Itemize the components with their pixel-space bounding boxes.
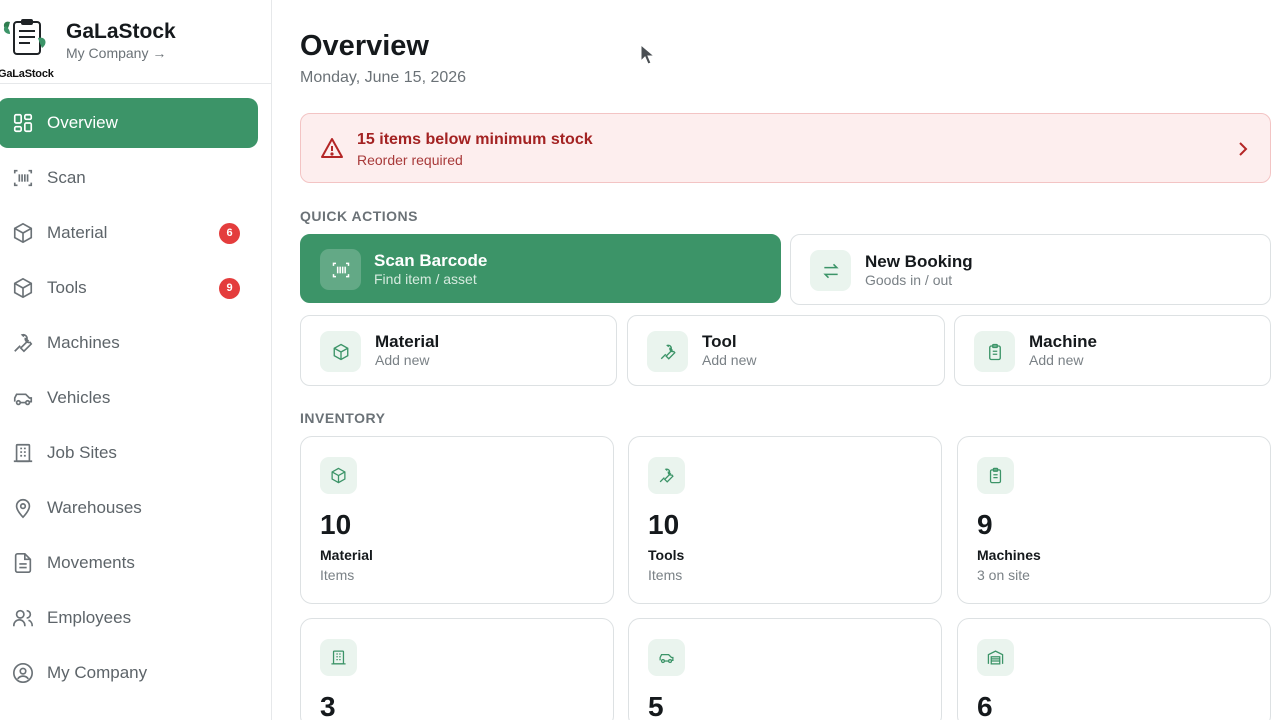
card-count: 10 bbox=[648, 509, 680, 540]
add-machine-button[interactable]: Machine Add new bbox=[954, 315, 1271, 386]
qa-title: Tool bbox=[702, 332, 737, 351]
quick-actions-heading: QUICK ACTIONS bbox=[300, 208, 418, 224]
box-icon bbox=[12, 277, 34, 299]
warning-triangle-icon bbox=[320, 137, 344, 164]
inventory-card-machines[interactable]: 9 Machines 3 on site bbox=[957, 436, 1271, 604]
mouse-cursor-icon bbox=[640, 44, 656, 65]
building-icon bbox=[320, 639, 357, 676]
card-title: Material bbox=[320, 547, 373, 563]
page-date: Monday, June 15, 2026 bbox=[300, 69, 467, 86]
card-count: 6 bbox=[977, 691, 993, 720]
card-count: 9 bbox=[977, 509, 993, 540]
qa-subtitle: Add new bbox=[1029, 352, 1084, 368]
card-title: Machines bbox=[977, 547, 1041, 563]
sidebar-item-label: Vehicles bbox=[47, 388, 111, 407]
alert-title: 15 items below minimum stock bbox=[357, 131, 593, 148]
sidebar-item-my-company[interactable]: My Company bbox=[0, 648, 258, 698]
new-booking-button[interactable]: New Booking Goods in / out bbox=[790, 234, 1271, 305]
count-badge: 9 bbox=[219, 277, 240, 299]
box-icon bbox=[320, 331, 361, 372]
sidebar-item-tools[interactable]: Tools 9 bbox=[0, 263, 258, 313]
qa-title: Material bbox=[375, 332, 440, 351]
inventory-heading: INVENTORY bbox=[300, 410, 386, 426]
swap-arrows-icon bbox=[810, 250, 851, 291]
wrench-icon bbox=[12, 332, 34, 354]
sidebar-item-label: Scan bbox=[47, 168, 86, 187]
car-icon bbox=[648, 639, 685, 676]
sidebar: GaLaStock GaLaStock My Company → Overvie… bbox=[0, 0, 272, 720]
wrench-icon bbox=[647, 331, 688, 372]
sidebar-item-label: Machines bbox=[47, 333, 120, 352]
inventory-card-job-sites[interactable]: 3 bbox=[300, 618, 614, 720]
box-icon bbox=[320, 457, 357, 494]
inventory-card-vehicles[interactable]: 5 bbox=[628, 618, 942, 720]
card-count: 3 bbox=[320, 691, 336, 720]
company-link[interactable]: My Company → bbox=[66, 45, 166, 61]
qa-title: New Booking bbox=[865, 252, 973, 271]
card-count: 10 bbox=[320, 509, 352, 540]
sidebar-item-overview[interactable]: Overview bbox=[0, 98, 258, 148]
card-subtitle: 3 on site bbox=[977, 567, 1030, 583]
card-title: Tools bbox=[648, 547, 685, 563]
add-tool-button[interactable]: Tool Add new bbox=[627, 315, 945, 386]
sidebar-item-label: Material bbox=[47, 223, 108, 242]
add-material-button[interactable]: Material Add new bbox=[300, 315, 617, 386]
map-pin-icon bbox=[12, 497, 34, 519]
chevron-right-icon bbox=[1238, 141, 1248, 162]
scan-barcode-button[interactable]: Scan Barcode Find item / asset bbox=[300, 234, 781, 303]
inventory-card-warehouses[interactable]: 6 bbox=[957, 618, 1271, 720]
car-icon bbox=[12, 387, 34, 409]
inventory-card-tools[interactable]: 10 Tools Items bbox=[628, 436, 942, 604]
alert-subtitle: Reorder required bbox=[357, 152, 463, 168]
sidebar-item-label: Movements bbox=[47, 553, 135, 572]
count-badge: 6 bbox=[219, 222, 240, 244]
inventory-card-material[interactable]: 10 Material Items bbox=[300, 436, 614, 604]
wrench-icon bbox=[648, 457, 685, 494]
qa-title: Machine bbox=[1029, 332, 1098, 351]
sidebar-item-warehouses[interactable]: Warehouses bbox=[0, 483, 258, 533]
card-subtitle: Items bbox=[320, 567, 355, 583]
qa-subtitle: Add new bbox=[702, 352, 757, 368]
sidebar-item-label: Employees bbox=[47, 608, 132, 627]
logo-text: GaLaStock bbox=[0, 68, 54, 80]
sidebar-item-material[interactable]: Material 6 bbox=[0, 208, 258, 258]
card-subtitle: Items bbox=[648, 567, 683, 583]
warehouse-icon bbox=[977, 639, 1014, 676]
page-title: Overview bbox=[300, 30, 429, 62]
clipboard-plant-logo-icon bbox=[3, 19, 46, 55]
sidebar-item-label: Tools bbox=[47, 278, 87, 297]
sidebar-item-label: Job Sites bbox=[47, 443, 117, 462]
sidebar-item-machines[interactable]: Machines bbox=[0, 318, 258, 368]
building-icon bbox=[12, 442, 34, 464]
qa-subtitle: Add new bbox=[375, 352, 430, 368]
sidebar-item-scan[interactable]: Scan bbox=[0, 153, 258, 203]
barcode-scan-icon bbox=[12, 167, 34, 189]
box-icon bbox=[12, 222, 34, 244]
sidebar-item-label: Warehouses bbox=[47, 498, 142, 517]
qa-subtitle: Goods in / out bbox=[865, 272, 953, 288]
main-content: Overview Monday, June 15, 2026 15 items … bbox=[300, 0, 1272, 720]
users-icon bbox=[12, 607, 34, 629]
card-count: 5 bbox=[648, 691, 664, 720]
document-icon bbox=[12, 552, 34, 574]
clipboard-icon bbox=[974, 331, 1015, 372]
brand-name: GaLaStock bbox=[66, 20, 176, 43]
brand-header: GaLaStock GaLaStock My Company → bbox=[0, 0, 272, 84]
sidebar-item-employees[interactable]: Employees bbox=[0, 593, 258, 643]
clipboard-icon bbox=[977, 457, 1014, 494]
sidebar-item-vehicles[interactable]: Vehicles bbox=[0, 373, 258, 423]
qa-title: Scan Barcode bbox=[374, 251, 488, 270]
barcode-scan-icon bbox=[320, 249, 361, 290]
low-stock-alert[interactable]: 15 items below minimum stock Reorder req… bbox=[300, 113, 1271, 183]
sidebar-item-label: Overview bbox=[47, 113, 118, 132]
sidebar-item-job-sites[interactable]: Job Sites bbox=[0, 428, 258, 478]
logo[interactable]: GaLaStock bbox=[0, 16, 56, 80]
sidebar-item-label: My Company bbox=[47, 663, 148, 682]
qa-subtitle: Find item / asset bbox=[374, 271, 477, 287]
grid-icon bbox=[12, 112, 34, 134]
user-circle-icon bbox=[12, 662, 34, 684]
sidebar-item-movements[interactable]: Movements bbox=[0, 538, 258, 588]
